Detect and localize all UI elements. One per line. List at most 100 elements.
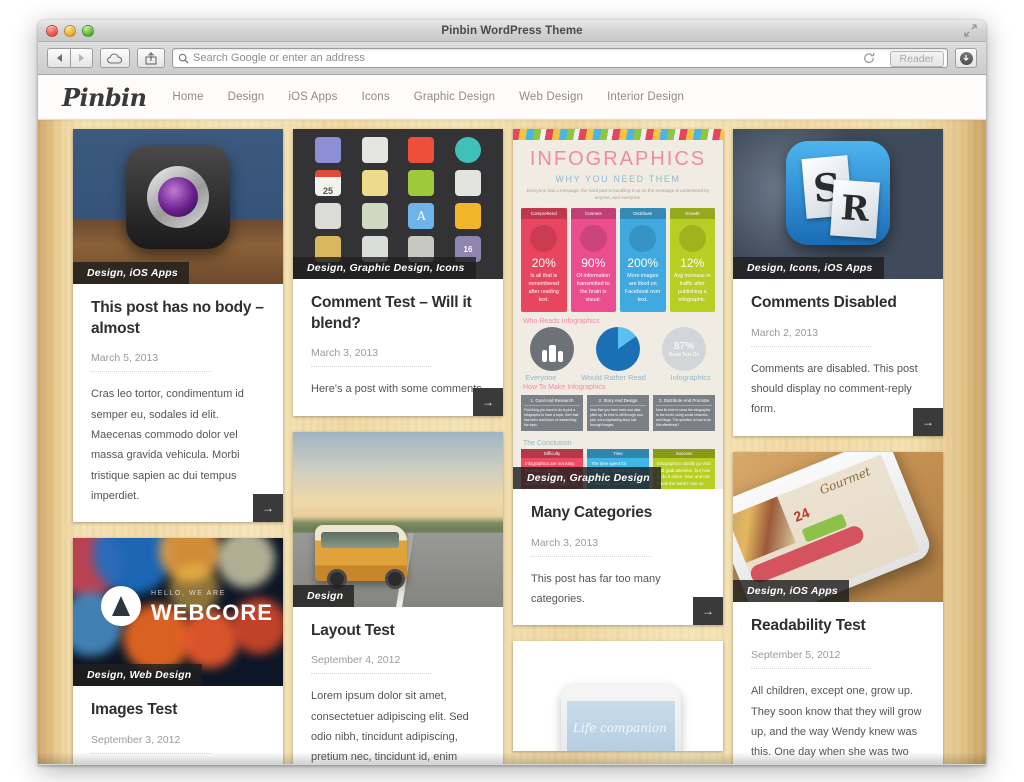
infographics-poster-image: INFOGRAPHICS WHY YOU NEED THEM Everyone … — [513, 129, 723, 489]
post-thumbnail[interactable]: 24 Gourmet Design, iOS Apps — [733, 451, 943, 602]
post-card[interactable]: 24 Gourmet Design, iOS Apps Readability … — [733, 451, 943, 764]
forward-arrow-icon — [79, 54, 84, 62]
icloud-tabs-button[interactable] — [100, 48, 130, 68]
post-date: September 4, 2012 — [311, 654, 431, 675]
cloud-icon — [530, 224, 558, 252]
reload-icon[interactable] — [863, 52, 875, 64]
category-badge[interactable]: Design, Graphic Design — [513, 467, 661, 489]
forward-button[interactable] — [70, 48, 93, 68]
stat-head: Growth — [669, 207, 715, 219]
back-arrow-icon — [56, 54, 62, 62]
lens-glass — [158, 177, 198, 217]
category-badge[interactable]: Design, Icons, iOS Apps — [733, 257, 884, 279]
infographic-charts: 87% Read Text On — [513, 325, 723, 373]
stat-text: Is all that is remembered after reading … — [528, 272, 560, 304]
post-title[interactable]: Comment Test – Will it blend? — [311, 293, 485, 334]
post-thumbnail[interactable]: Life companion — [513, 641, 723, 752]
post-card[interactable]: Life companion — [513, 641, 723, 752]
post-date: March 3, 2013 — [531, 537, 651, 557]
site-logo[interactable]: Pinbin — [62, 83, 147, 112]
stat-text: More images are liked on Facebook over t… — [624, 272, 661, 304]
post-title[interactable]: Many Categories — [531, 503, 705, 524]
post-thumbnail[interactable]: INFOGRAPHICS WHY YOU NEED THEM Everyone … — [513, 129, 723, 489]
step-card: 2. Story And Design Now that you have fa… — [587, 395, 649, 431]
nav-item-home[interactable]: Home — [172, 91, 203, 103]
post-title[interactable]: Layout Test — [311, 621, 485, 642]
window-titlebar: Pinbin WordPress Theme — [38, 20, 986, 42]
zoom-button[interactable] — [82, 25, 94, 37]
post-thumbnail[interactable]: S R Design, Icons, iOS Apps — [733, 129, 943, 279]
overlay-big-text: WEBCORE — [151, 600, 273, 626]
read-more-button[interactable]: → — [913, 407, 943, 436]
nav-item-icons[interactable]: Icons — [362, 91, 390, 103]
read-text-stat: 87% Read Text On — [662, 327, 706, 372]
category-badge[interactable]: Design, Graphic Design, Icons — [293, 257, 476, 279]
notes-icon — [361, 170, 388, 196]
post-title[interactable]: This post has no body – almost — [91, 298, 265, 339]
share-button[interactable] — [137, 48, 165, 68]
post-title[interactable]: Comments Disabled — [751, 293, 925, 314]
grid-column-3: INFOGRAPHICS WHY YOU NEED THEM Everyone … — [508, 129, 728, 764]
category-badge[interactable]: Design, iOS Apps — [733, 579, 849, 602]
read-more-button[interactable]: → — [693, 597, 723, 626]
nav-item-interior-design[interactable]: Interior Design — [607, 91, 684, 103]
post-card[interactable]: INFOGRAPHICS WHY YOU NEED THEM Everyone … — [513, 129, 723, 626]
post-title[interactable]: Images Test — [91, 700, 265, 721]
category-badge[interactable]: Design, iOS Apps — [73, 262, 189, 284]
post-thumbnail[interactable]: HELLO, WE ARE WEBCORE Design, Web Design — [73, 538, 283, 687]
step-head: 3. Distribute And Promote — [656, 398, 712, 407]
post-date: September 5, 2012 — [751, 649, 871, 670]
nav-item-web-design[interactable]: Web Design — [519, 91, 583, 103]
magnifier-icon — [178, 53, 189, 64]
post-card[interactable]: Design, iOS Apps This post has no body –… — [73, 129, 283, 523]
fullscreen-arrows-icon[interactable] — [964, 24, 977, 37]
step-head: 2. Story And Design — [590, 398, 646, 407]
image-share-icon — [629, 224, 657, 252]
overlay-small-text: HELLO, WE ARE — [151, 590, 226, 598]
nav-item-design[interactable]: Design — [228, 91, 265, 103]
stat-value: 12% — [680, 255, 705, 270]
post-thumbnail[interactable]: Design, iOS Apps — [73, 129, 283, 284]
post-body: Comment Test – Will it blend? March 3, 2… — [293, 279, 503, 416]
grid-column-2: 25 A 16 Design, Graphic Design, Icons Co… — [288, 129, 508, 764]
arrow-glyph — [112, 596, 130, 617]
minimize-button[interactable] — [64, 25, 76, 37]
stat-head: Connect — [570, 207, 616, 219]
post-card[interactable]: Design Layout Test September 4, 2012 Lor… — [293, 431, 503, 764]
post-body: Images Test September 3, 2012 ALorem ips… — [73, 686, 283, 764]
step-text: Now its time to show the infographic to … — [656, 408, 712, 428]
back-button[interactable] — [47, 48, 70, 68]
close-button[interactable] — [46, 25, 58, 37]
nav-buttons-group — [47, 48, 93, 68]
reader-button[interactable]: Reader — [889, 51, 944, 67]
clock-icon — [454, 137, 481, 163]
post-card[interactable]: HELLO, WE ARE WEBCORE Design, Web Design… — [73, 538, 283, 764]
post-thumbnail[interactable]: 25 A 16 Design, Graphic Design, Icons — [293, 129, 503, 279]
infographic-section-how: How To Make Infographics — [523, 384, 606, 392]
icloud-icon — [106, 52, 122, 64]
infographic-lead: Everyone has a message, the hard part is… — [526, 188, 710, 200]
bus-wheel — [385, 568, 405, 589]
post-card[interactable]: S R Design, Icons, iOS Apps Comments Dis… — [733, 129, 943, 436]
camera-app-icon-image — [73, 129, 283, 284]
nav-item-graphic-design[interactable]: Graphic Design — [414, 91, 495, 103]
category-badge[interactable]: Design — [293, 584, 355, 607]
letter-r-tile: R — [830, 179, 880, 239]
category-badge[interactable]: Design, Web Design — [73, 664, 203, 687]
search-input[interactable]: Search Google or enter an address — [193, 52, 365, 64]
downloads-button[interactable] — [955, 48, 977, 68]
icon-row: A — [315, 203, 481, 229]
read-more-button[interactable]: → — [473, 387, 503, 416]
post-title[interactable]: Readability Test — [751, 616, 925, 637]
post-card[interactable]: 25 A 16 Design, Graphic Design, Icons Co… — [293, 129, 503, 416]
vintage-bus-road-image — [293, 431, 503, 607]
post-date: March 2, 2013 — [751, 327, 871, 347]
screenshot-canvas: Pinbin WordPress Theme Search Google or … — [0, 0, 1024, 782]
address-search-bar[interactable]: Search Google or enter an address Reader — [172, 48, 948, 68]
safari-browser-window: Pinbin WordPress Theme Search Google or … — [38, 20, 986, 765]
overlay-number: 24 — [791, 503, 812, 525]
read-more-button[interactable]: → — [253, 494, 283, 523]
post-thumbnail[interactable]: Design — [293, 431, 503, 607]
nav-item-ios-apps[interactable]: iOS Apps — [288, 91, 337, 103]
grid-column-1: Design, iOS Apps This post has no body –… — [68, 129, 288, 764]
